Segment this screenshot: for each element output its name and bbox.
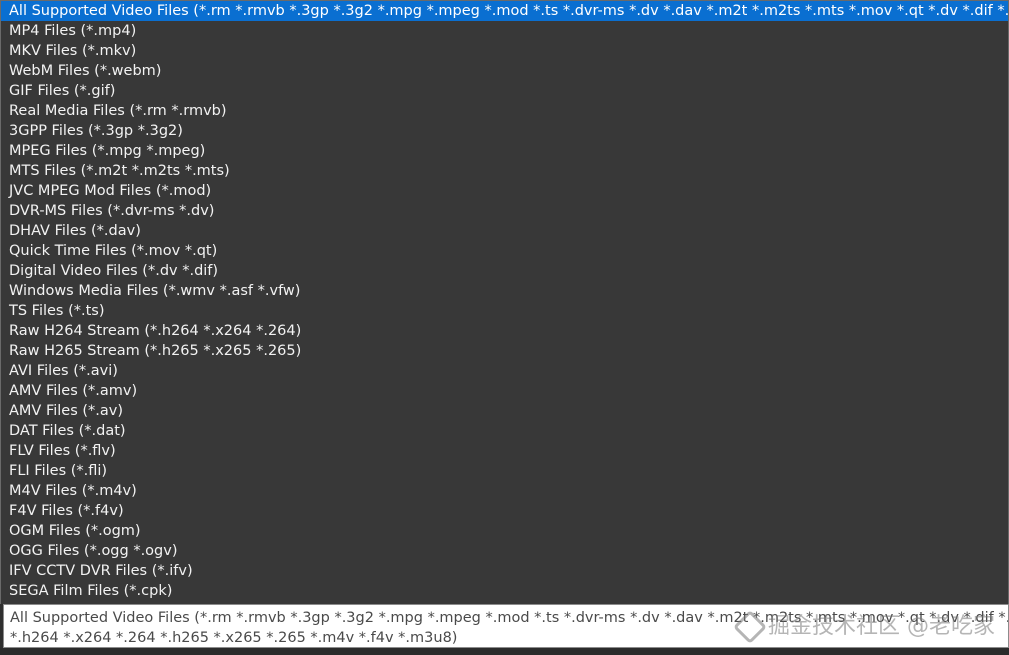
dropdown-option[interactable]: MP4 Files (*.mp4) <box>1 21 1008 41</box>
file-type-dropdown-list[interactable]: All Supported Video Files (*.rm *.rmvb *… <box>0 0 1009 604</box>
dropdown-option[interactable]: FLV Files (*.flv) <box>1 441 1008 461</box>
dropdown-option[interactable]: DHAV Files (*.dav) <box>1 221 1008 241</box>
dropdown-option[interactable]: JVC MPEG Mod Files (*.mod) <box>1 181 1008 201</box>
dropdown-option[interactable]: WebM Files (*.webm) <box>1 61 1008 81</box>
dropdown-option[interactable]: AVI Files (*.avi) <box>1 361 1008 381</box>
dropdown-option[interactable]: DAT Files (*.dat) <box>1 421 1008 441</box>
dropdown-option[interactable]: OGM Files (*.ogm) <box>1 521 1008 541</box>
dropdown-option[interactable]: TS Files (*.ts) <box>1 301 1008 321</box>
dropdown-option[interactable]: Real Media Files (*.rm *.rmvb) <box>1 101 1008 121</box>
dropdown-option[interactable]: AMV Files (*.av) <box>1 401 1008 421</box>
dropdown-option[interactable]: FLI Files (*.fli) <box>1 461 1008 481</box>
dropdown-option[interactable]: Windows Media Files (*.wmv *.asf *.vfw) <box>1 281 1008 301</box>
tooltip-line-1: All Supported Video Files (*.rm *.rmvb *… <box>10 610 1009 626</box>
dropdown-option[interactable]: MPEG Files (*.mpg *.mpeg) <box>1 141 1008 161</box>
dropdown-option[interactable]: SEGA Film Files (*.cpk) <box>1 581 1008 601</box>
dropdown-option[interactable]: IFV CCTV DVR Files (*.ifv) <box>1 561 1008 581</box>
tooltip-line-2: *.h264 *.x264 *.264 *.h265 *.x265 *.265 … <box>10 630 458 646</box>
dropdown-option[interactable]: All Supported Video Files (*.rm *.rmvb *… <box>1 1 1008 21</box>
selected-filter-tooltip: All Supported Video Files (*.rm *.rmvb *… <box>3 604 1009 648</box>
dropdown-option[interactable]: Raw H265 Stream (*.h265 *.x265 *.265) <box>1 341 1008 361</box>
dropdown-option[interactable]: GIF Files (*.gif) <box>1 81 1008 101</box>
dropdown-option[interactable]: OGG Files (*.ogg *.ogv) <box>1 541 1008 561</box>
dropdown-option[interactable]: MKV Files (*.mkv) <box>1 41 1008 61</box>
dropdown-option[interactable]: F4V Files (*.f4v) <box>1 501 1008 521</box>
dropdown-option[interactable]: M4V Files (*.m4v) <box>1 481 1008 501</box>
dropdown-option[interactable]: MTS Files (*.m2t *.m2ts *.mts) <box>1 161 1008 181</box>
dropdown-option[interactable]: Digital Video Files (*.dv *.dif) <box>1 261 1008 281</box>
dropdown-option[interactable]: Quick Time Files (*.mov *.qt) <box>1 241 1008 261</box>
dropdown-option[interactable]: 3GPP Files (*.3gp *.3g2) <box>1 121 1008 141</box>
dropdown-option[interactable]: AMV Files (*.amv) <box>1 381 1008 401</box>
background-window-strip <box>0 648 1009 655</box>
dropdown-option[interactable]: DVR-MS Files (*.dvr-ms *.dv) <box>1 201 1008 221</box>
dropdown-option[interactable]: Raw H264 Stream (*.h264 *.x264 *.264) <box>1 321 1008 341</box>
